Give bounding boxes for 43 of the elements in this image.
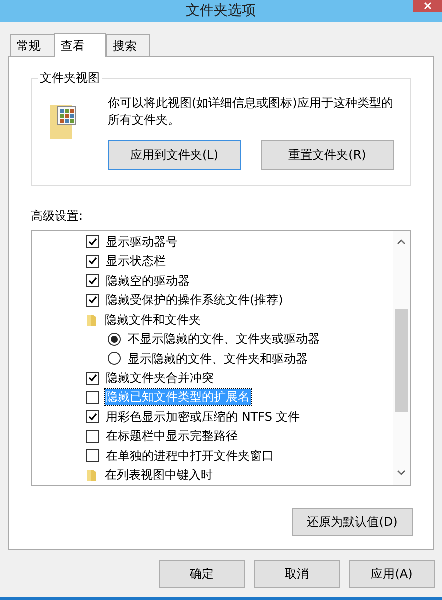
close-icon xyxy=(424,2,432,10)
checkbox[interactable] xyxy=(86,410,99,424)
description-text: 你可以将此视图(如详细信息或图标)应用于这种类型的所有文件夹。 xyxy=(108,95,394,129)
setting-label[interactable]: 显示状态栏 xyxy=(105,253,167,270)
setting-label[interactable]: 隐藏空的驱动器 xyxy=(105,272,191,289)
tab[interactable]: 查看 xyxy=(54,33,106,57)
checkbox[interactable] xyxy=(86,449,99,462)
checkbox[interactable] xyxy=(86,372,99,385)
checkbox[interactable] xyxy=(86,274,99,288)
view-button[interactable]: 重置文件夹(R) xyxy=(261,140,394,170)
tab[interactable]: 常规 xyxy=(10,34,54,56)
setting-label[interactable]: 在列表视图中键入时 xyxy=(104,467,214,484)
scroll-down-icon[interactable] xyxy=(397,470,406,476)
setting-label[interactable]: 在单独的进程中打开文件夹窗口 xyxy=(105,448,275,464)
group-title: 文件夹视图 xyxy=(38,70,102,86)
setting-label[interactable]: 显示隐藏的文件、文件夹和驱动器 xyxy=(127,350,309,367)
setting-label[interactable]: 不显示隐藏的文件、文件夹或驱动器 xyxy=(127,331,321,348)
restore-defaults-button[interactable]: 还原为默认值(D) xyxy=(292,508,413,536)
setting-label[interactable]: 隐藏文件夹合并冲突 xyxy=(105,370,215,386)
setting-label[interactable]: 隐藏受保护的操作系统文件(推荐) xyxy=(105,292,284,308)
radio-button[interactable] xyxy=(108,332,121,346)
advanced-label: 高级设置: xyxy=(31,208,84,224)
close-button[interactable] xyxy=(413,0,442,12)
view-button[interactable]: 应用到文件夹(L) xyxy=(108,140,241,170)
setting-label[interactable]: 用彩色显示加密或压缩的 NTFS 文件 xyxy=(105,408,302,425)
checkbox[interactable] xyxy=(86,294,99,307)
checkbox[interactable] xyxy=(86,254,99,268)
dialog-button[interactable]: 取消 xyxy=(254,560,340,588)
dialog-button[interactable]: 应用(A) xyxy=(349,560,435,588)
setting-label[interactable]: 在标题栏中显示完整路径 xyxy=(105,428,239,444)
radio-button[interactable] xyxy=(108,352,121,366)
tab[interactable]: 搜索 xyxy=(106,34,150,56)
dialog-button[interactable]: 确定 xyxy=(159,560,245,588)
scroll-up-icon[interactable] xyxy=(397,239,406,245)
scrollbar[interactable] xyxy=(393,231,410,485)
folder-icon xyxy=(86,468,98,482)
checkbox[interactable] xyxy=(86,390,99,404)
checkbox[interactable] xyxy=(86,430,99,443)
folder-icon xyxy=(86,312,98,327)
checkbox[interactable] xyxy=(86,235,99,248)
setting-label[interactable]: 隐藏文件和文件夹 xyxy=(104,312,202,328)
window-title: 文件夹选项 xyxy=(186,2,256,20)
setting-label[interactable]: 显示驱动器号 xyxy=(105,234,179,250)
